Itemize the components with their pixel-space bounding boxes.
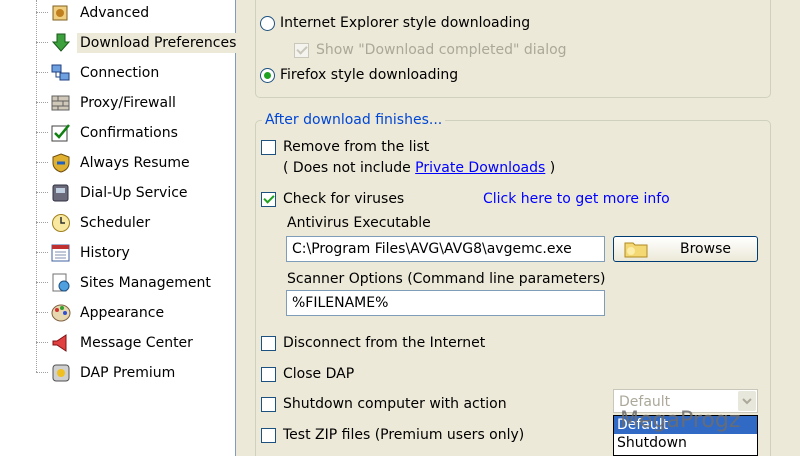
sidebar-item-label: Scheduler [80,215,151,231]
remove-from-list-label: Remove from the list [283,139,430,155]
sidebar-item-always-resume[interactable]: Always Resume [0,150,236,176]
ie-style-radio[interactable]: Internet Explorer style downloading [260,14,530,32]
sidebar-item-label: Sites Management [80,275,211,291]
sidebar-item-label: History [80,245,130,261]
browse-button[interactable]: Browse [613,236,758,262]
dropdown-option-shutdown[interactable]: Shutdown [614,434,757,452]
sidebar-item-label: Connection [80,65,160,81]
shield-icon [52,153,70,173]
close-dap-checkbox[interactable]: Close DAP [261,365,354,383]
disconnect-label: Disconnect from the Internet [283,335,486,351]
checkbox [294,42,309,58]
sidebar-item-label: Message Center [80,335,193,351]
checkmark-icon [51,124,70,142]
folder-icon [624,242,648,258]
antivirus-label: Antivirus Executable [287,215,431,231]
firewall-icon [51,95,70,111]
sidebar-item-appearance[interactable]: Appearance [0,300,236,326]
after-download-title: After download finishes... [262,112,446,128]
chevron-down-icon[interactable] [738,391,756,411]
watermark-text: MegaProgz [620,408,741,433]
checkbox[interactable] [261,366,276,382]
sidebar-item-dial-up-service[interactable]: Dial-Up Service [0,180,236,206]
sidebar-item-dap-premium[interactable]: DAP Premium [0,360,236,386]
sidebar-item-sites-management[interactable]: Sites Management [0,270,236,296]
sidebar-item-connection[interactable]: Connection [0,60,236,86]
sidebar-item-confirmations[interactable]: Confirmations [0,120,236,146]
checkbox[interactable] [261,335,276,351]
close-dap-label: Close DAP [283,366,355,382]
remove-from-list-checkbox[interactable]: Remove from the list [261,138,429,156]
sidebar-item-scheduler[interactable]: Scheduler [0,210,236,236]
note-prefix: ( Does not include [283,160,416,176]
scanner-options-label: Scanner Options (Command line parameters… [287,271,606,287]
checkbox[interactable] [261,191,276,207]
checkbox[interactable] [261,139,276,155]
scanner-options-input[interactable]: %FILENAME% [286,290,605,316]
connection-icon [51,64,70,81]
palette-icon [51,304,71,322]
check-viruses-checkbox[interactable]: Check for viruses [261,190,404,208]
test-zip-checkbox[interactable]: Test ZIP files (Premium users only) [261,426,524,444]
sidebar-item-download-preferences[interactable]: Download Preferences [0,30,240,56]
shutdown-label: Shutdown computer with action [283,396,507,412]
sidebar-item-label: Proxy/Firewall [80,95,176,111]
premium-icon [52,364,70,382]
sidebar-item-label: Download Preferences [77,33,240,53]
radio-button[interactable] [260,67,275,83]
shutdown-checkbox[interactable]: Shutdown computer with action [261,395,507,413]
firefox-style-label: Firefox style downloading [280,67,459,83]
advanced-icon [52,5,68,21]
sidebar-item-advanced[interactable]: Advanced [0,0,236,26]
private-downloads-note: ( Does not include Private Downloads ) [283,159,555,177]
antivirus-path-input[interactable]: C:\Program Files\AVG\AVG8\avgemc.exe [286,236,605,262]
options-tree: Advanced Download Preferences Connection… [0,0,240,456]
sidebar-item-history[interactable]: History [0,240,236,266]
ie-style-label: Internet Explorer style downloading [280,15,531,31]
sidebar-item-label: Always Resume [80,155,190,171]
checkbox[interactable] [261,427,276,443]
disconnect-checkbox[interactable]: Disconnect from the Internet [261,334,485,352]
sidebar-item-label: Appearance [80,305,165,321]
sidebar-item-proxy-firewall[interactable]: Proxy/Firewall [0,90,236,116]
download-preferences-panel: Internet Explorer style downloading Show… [237,0,800,456]
test-zip-label: Test ZIP files (Premium users only) [283,427,525,443]
browse-label: Browse [680,241,731,257]
radio-button[interactable] [260,15,275,31]
download-arrow-icon [51,33,71,52]
phone-icon [52,184,69,202]
show-completed-dialog-checkbox: Show "Download completed" dialog [294,41,567,59]
sidebar-item-label: Advanced [80,5,150,21]
firefox-style-radio[interactable]: Firefox style downloading [260,66,458,84]
sidebar-item-label: Dial-Up Service [80,185,188,201]
history-icon [51,244,70,262]
note-suffix: ) [545,160,556,176]
sidebar-item-message-center[interactable]: Message Center [0,330,236,356]
sidebar-item-label: DAP Premium [80,365,176,381]
show-completed-label: Show "Download completed" dialog [316,42,567,58]
megaphone-icon [52,334,67,352]
sidebar-item-label: Confirmations [80,125,178,141]
more-info-link[interactable]: Click here to get more info [483,190,670,208]
checkbox[interactable] [261,396,276,412]
private-downloads-link[interactable]: Private Downloads [415,159,545,177]
sites-icon [52,273,70,292]
check-viruses-label: Check for viruses [283,191,405,207]
clock-icon [52,214,70,232]
